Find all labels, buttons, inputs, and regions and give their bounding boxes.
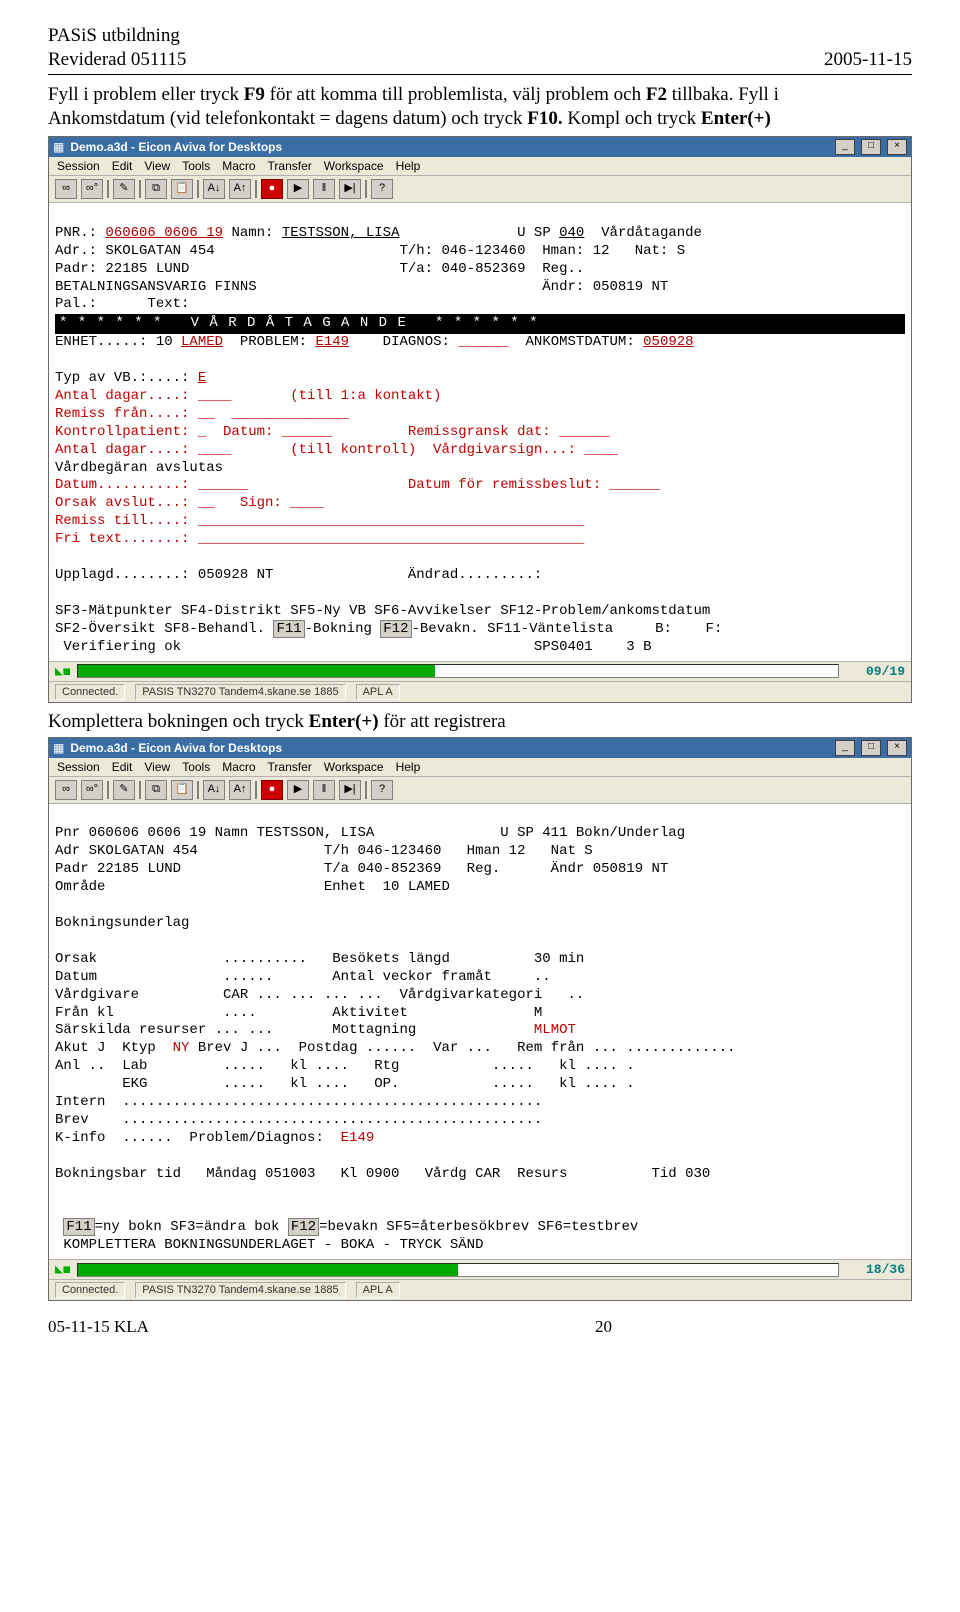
window-title: Demo.a3d - Eicon Aviva for Desktops bbox=[70, 140, 829, 154]
toolbar-copy-icon[interactable]: ⧉ bbox=[145, 179, 167, 199]
f12-key-icon[interactable]: F12 bbox=[288, 1218, 319, 1236]
toolbar: ∞ ∞° ✎ ⧉ 📋 A↓ A↑ ● ▶ ‖ ▶| ? bbox=[49, 176, 911, 203]
toolbar-record-icon[interactable]: ● bbox=[261, 780, 283, 800]
menu-transfer[interactable]: Transfer bbox=[268, 760, 312, 774]
toolbar-play-icon[interactable]: ▶ bbox=[287, 179, 309, 199]
footer-page-number: 20 bbox=[595, 1317, 612, 1337]
status-connection: Connected. bbox=[55, 684, 125, 700]
header-left-1: PASiS utbildning bbox=[48, 24, 180, 48]
progress-row: ◣◼ 09/19 bbox=[49, 661, 911, 681]
toolbar-help-icon[interactable]: ? bbox=[371, 780, 393, 800]
menubar[interactable]: Session Edit View Tools Macro Transfer W… bbox=[49, 157, 911, 176]
minimize-button[interactable]: _ bbox=[835, 139, 855, 155]
maximize-button[interactable]: □ bbox=[861, 740, 881, 756]
toolbar-btn[interactable]: ∞° bbox=[81, 179, 103, 199]
close-button[interactable]: × bbox=[887, 740, 907, 756]
app-icon: ▦ bbox=[53, 741, 64, 755]
toolbar-play-icon[interactable]: ▶ bbox=[287, 780, 309, 800]
menu-workspace[interactable]: Workspace bbox=[324, 760, 384, 774]
toolbar-btn[interactable]: ∞ bbox=[55, 780, 77, 800]
f11-key-icon[interactable]: F11 bbox=[63, 1218, 94, 1236]
toolbar-help-icon[interactable]: ? bbox=[371, 179, 393, 199]
menu-view[interactable]: View bbox=[144, 760, 170, 774]
window-title: Demo.a3d - Eicon Aviva for Desktops bbox=[70, 741, 829, 755]
menu-session[interactable]: Session bbox=[57, 760, 100, 774]
menu-edit[interactable]: Edit bbox=[112, 760, 133, 774]
progress-bar bbox=[77, 1263, 839, 1277]
toolbar-next-icon[interactable]: ▶| bbox=[339, 179, 361, 199]
toolbar-btn[interactable]: ✎ bbox=[113, 179, 135, 199]
footer-left: 05-11-15 KLA bbox=[48, 1317, 149, 1337]
status-connection: Connected. bbox=[55, 1282, 125, 1298]
terminal-content-2[interactable]: Pnr 060606 0606 19 Namn TESTSSON, LISA U… bbox=[55, 808, 905, 1256]
status-host: PASIS TN3270 Tandem4.skane.se 1885 bbox=[135, 1282, 345, 1298]
f11-key-icon[interactable]: F11 bbox=[273, 620, 304, 638]
section-banner: * * * * * * V Å R D Å T A G A N D E * * … bbox=[55, 314, 905, 334]
header-right-date: 2005-11-15 bbox=[824, 48, 912, 72]
toolbar-record-icon[interactable]: ● bbox=[261, 179, 283, 199]
maximize-button[interactable]: □ bbox=[861, 139, 881, 155]
menu-view[interactable]: View bbox=[144, 159, 170, 173]
status-api: APL A bbox=[356, 1282, 400, 1298]
toolbar: ∞ ∞° ✎ ⧉ 📋 A↓ A↑ ● ▶ ‖ ▶| ? bbox=[49, 777, 911, 804]
terminal-content-1[interactable]: PNR.: 060606 0606 19 Namn: TESTSSON, LIS… bbox=[55, 207, 905, 657]
intro-paragraph: Fyll i problem eller tryck F9 för att ko… bbox=[48, 83, 912, 132]
menu-workspace[interactable]: Workspace bbox=[324, 159, 384, 173]
toolbar-font-dec-icon[interactable]: A↓ bbox=[203, 179, 225, 199]
titlebar[interactable]: ▦ Demo.a3d - Eicon Aviva for Desktops _ … bbox=[49, 137, 911, 157]
toolbar-next-icon[interactable]: ▶| bbox=[339, 780, 361, 800]
progress-label: 18/36 bbox=[845, 1262, 905, 1277]
app-icon: ▦ bbox=[53, 140, 64, 154]
toolbar-btn[interactable]: ✎ bbox=[113, 780, 135, 800]
terminal-window-1: ▦ Demo.a3d - Eicon Aviva for Desktops _ … bbox=[48, 136, 912, 703]
toolbar-copy-icon[interactable]: ⧉ bbox=[145, 780, 167, 800]
toolbar-paste-icon[interactable]: 📋 bbox=[171, 780, 193, 800]
menubar[interactable]: Session Edit View Tools Macro Transfer W… bbox=[49, 758, 911, 777]
menu-macro[interactable]: Macro bbox=[222, 159, 255, 173]
menu-tools[interactable]: Tools bbox=[182, 159, 210, 173]
menu-macro[interactable]: Macro bbox=[222, 760, 255, 774]
f12-key-icon[interactable]: F12 bbox=[380, 620, 411, 638]
progress-icon: ◣◼ bbox=[55, 664, 71, 679]
toolbar-pause-icon[interactable]: ‖ bbox=[313, 179, 335, 199]
toolbar-btn[interactable]: ∞ bbox=[55, 179, 77, 199]
menu-help[interactable]: Help bbox=[396, 760, 421, 774]
menu-tools[interactable]: Tools bbox=[182, 760, 210, 774]
toolbar-btn[interactable]: ∞° bbox=[81, 780, 103, 800]
menu-help[interactable]: Help bbox=[396, 159, 421, 173]
progress-label: 09/19 bbox=[845, 664, 905, 679]
status-bar: Connected. PASIS TN3270 Tandem4.skane.se… bbox=[49, 1279, 911, 1300]
titlebar[interactable]: ▦ Demo.a3d - Eicon Aviva for Desktops _ … bbox=[49, 738, 911, 758]
terminal-window-2: ▦ Demo.a3d - Eicon Aviva for Desktops _ … bbox=[48, 737, 912, 1302]
header-left-2: Reviderad 051115 bbox=[48, 48, 186, 72]
status-bar: Connected. PASIS TN3270 Tandem4.skane.se… bbox=[49, 681, 911, 702]
close-button[interactable]: × bbox=[887, 139, 907, 155]
toolbar-font-dec-icon[interactable]: A↓ bbox=[203, 780, 225, 800]
toolbar-font-inc-icon[interactable]: A↑ bbox=[229, 179, 251, 199]
toolbar-pause-icon[interactable]: ‖ bbox=[313, 780, 335, 800]
status-api: APL A bbox=[356, 684, 400, 700]
status-host: PASIS TN3270 Tandem4.skane.se 1885 bbox=[135, 684, 345, 700]
minimize-button[interactable]: _ bbox=[835, 740, 855, 756]
progress-icon: ◣◼ bbox=[55, 1262, 71, 1277]
toolbar-paste-icon[interactable]: 📋 bbox=[171, 179, 193, 199]
menu-session[interactable]: Session bbox=[57, 159, 100, 173]
progress-row: ◣◼ 18/36 bbox=[49, 1259, 911, 1279]
menu-transfer[interactable]: Transfer bbox=[268, 159, 312, 173]
progress-bar bbox=[77, 664, 839, 678]
menu-edit[interactable]: Edit bbox=[112, 159, 133, 173]
caption-2: Komplettera bokningen och tryck Enter(+)… bbox=[48, 711, 912, 733]
toolbar-font-inc-icon[interactable]: A↑ bbox=[229, 780, 251, 800]
